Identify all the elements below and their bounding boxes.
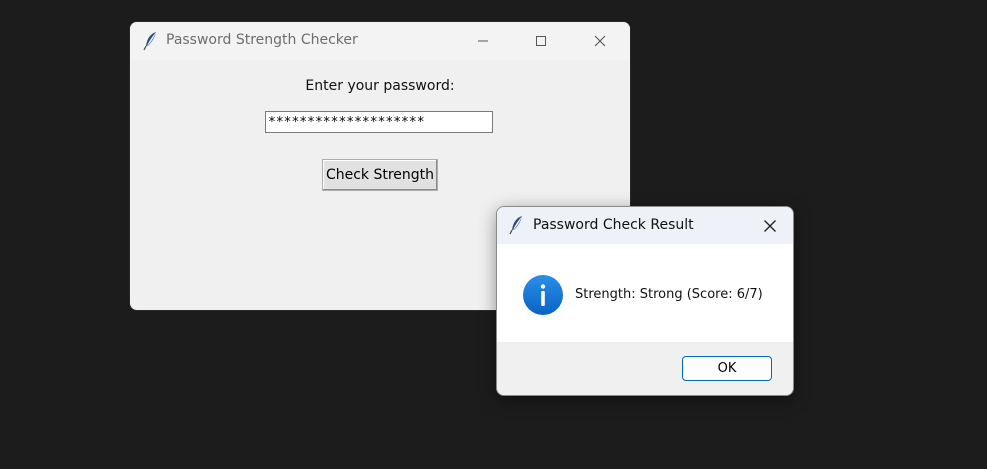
feather-icon	[142, 31, 160, 51]
password-prompt-label: Enter your password:	[305, 78, 455, 94]
password-input[interactable]: ********************	[265, 111, 493, 133]
main-window-title: Password Strength Checker	[166, 32, 358, 48]
dialog-body: Strength: Strong (Score: 6/7)	[497, 244, 793, 342]
strength-result-message: Strength: Strong (Score: 6/7)	[575, 287, 763, 302]
dialog-close-icon[interactable]	[747, 207, 793, 244]
ok-button[interactable]: OK	[682, 356, 772, 381]
desktop: Password Strength Checker Enter your pas…	[0, 0, 987, 469]
info-icon	[523, 275, 563, 315]
maximize-icon[interactable]	[518, 22, 564, 60]
check-strength-button[interactable]: Check Strength	[322, 159, 438, 191]
minimize-icon[interactable]	[460, 22, 506, 60]
dialog-footer: OK	[497, 342, 793, 395]
dialog-titlebar[interactable]: Password Check Result	[497, 207, 793, 244]
feather-icon	[508, 215, 526, 235]
result-dialog: Password Check Result Strength: Strong (…	[497, 207, 793, 395]
main-titlebar[interactable]: Password Strength Checker	[130, 22, 630, 60]
close-icon[interactable]	[577, 22, 623, 60]
dialog-title: Password Check Result	[533, 217, 694, 233]
